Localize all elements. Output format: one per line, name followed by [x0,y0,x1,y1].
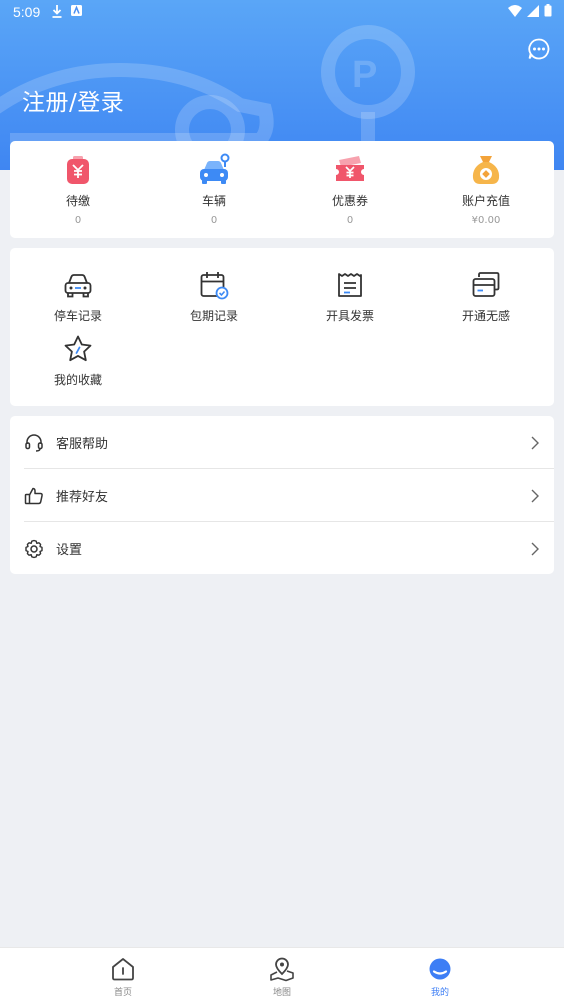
stat-recharge[interactable]: 账户充值 ¥0.00 [418,141,554,238]
chevron-right-icon [531,489,539,502]
login-register-link[interactable]: 注册/登录 [22,83,124,117]
message-button[interactable] [527,37,551,61]
wifi-icon [508,4,522,17]
headset-icon [25,433,43,452]
status-time: 5:09 [13,4,41,20]
service-parking-records[interactable]: 停车记录 [10,269,146,324]
tab-label: 地图 [272,988,291,998]
home-icon [112,958,134,981]
coupon-icon [336,156,364,181]
download-icon [52,5,62,18]
gear-icon [25,539,43,558]
map-pin-icon [270,957,294,982]
account-stats-card: 待缴 0 车辆 0 优惠券 0 账户充值 ¥0.00 [10,141,554,238]
stat-coupons[interactable]: 优惠券 0 [282,141,418,238]
service-subscription-records[interactable]: 包期记录 [146,269,282,324]
stat-value: 0 [346,215,354,226]
service-issue-invoice[interactable]: 开具发票 [282,269,418,324]
tab-profile[interactable]: 我的 [410,956,470,998]
bottom-tab-bar: 首页 地图 我的 [0,947,564,1004]
stat-label: 账户充值 [461,194,510,208]
stat-label: 车辆 [201,194,226,208]
service-label: 我的收藏 [53,373,102,387]
money-bag-icon [472,156,500,184]
stat-label: 待缴 [65,194,90,208]
profile-icon [429,958,451,980]
chevron-right-icon [531,542,539,555]
menu-item-customer-service[interactable]: 客服帮助 [10,416,554,469]
stat-value: 0 [210,215,218,226]
calendar-check-icon [200,272,229,300]
invoice-icon [338,273,362,297]
car-icon [64,274,92,298]
chevron-right-icon [531,436,539,449]
services-grid-card: 停车记录 包期记录 开具发票 开通无感 我的收藏 [10,248,554,406]
stat-unpaid[interactable]: 待缴 0 [10,141,146,238]
service-label: 开具发票 [325,309,374,323]
battery-icon [544,4,552,17]
service-activate-contactless[interactable]: 开通无感 [418,269,554,324]
app-notification-icon [71,5,82,16]
menu-item-recommend-friends[interactable]: 推荐好友 [10,469,554,522]
settings-menu-card: 客服帮助 推荐好友 设置 [10,416,554,574]
tab-label: 首页 [113,988,132,998]
service-my-favorites[interactable]: 我的收藏 [10,333,146,388]
menu-item-settings[interactable]: 设置 [10,522,554,575]
stat-label: 优惠券 [331,194,368,208]
unpaid-bill-icon [67,156,89,184]
menu-label: 推荐好友 [56,490,109,505]
vehicle-icon [200,153,230,184]
tab-home[interactable]: 首页 [93,956,153,998]
menu-label: 客服帮助 [56,437,109,452]
card-icon [472,272,500,297]
menu-label: 设置 [56,543,83,558]
star-icon [64,335,92,362]
service-label: 包期记录 [189,309,238,323]
tab-map[interactable]: 地图 [252,956,312,998]
stat-value: 0 [74,215,82,226]
service-label: 停车记录 [53,309,102,323]
tab-label: 我的 [430,988,449,998]
service-label: 开通无感 [461,309,510,323]
status-bar: 5:09 [0,0,564,24]
svg-text:P: P [352,54,377,96]
stat-value: ¥0.00 [471,215,501,226]
thumbs-up-icon [24,487,43,504]
stat-vehicles[interactable]: 车辆 0 [146,141,282,238]
signal-icon [527,4,539,17]
chat-bubble-icon [528,38,550,60]
